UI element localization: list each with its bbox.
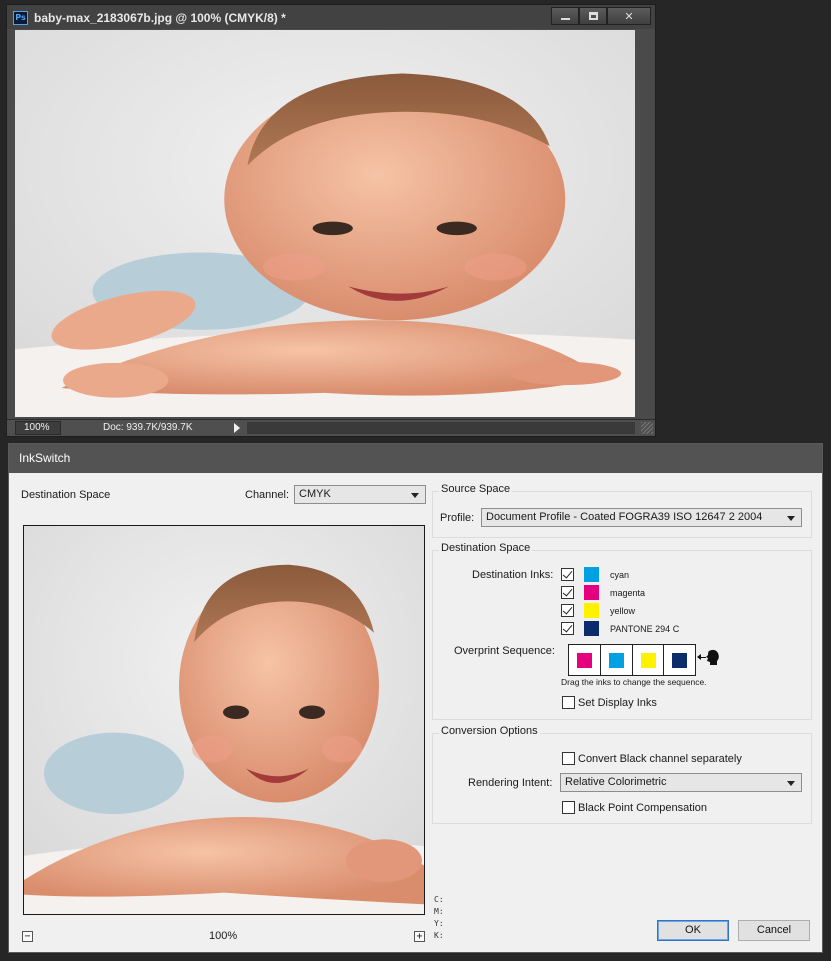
conversion-options-title: Conversion Options — [439, 725, 540, 737]
ink-swatch-cyan — [584, 567, 599, 582]
rendering-intent-value: Relative Colorimetric — [565, 776, 667, 788]
preview-baby-photo — [24, 526, 424, 914]
convert-black-label[interactable]: Convert Black channel separately — [578, 753, 742, 765]
profile-select[interactable]: Document Profile - Coated FOGRA39 ISO 12… — [481, 508, 802, 527]
sequence-slot[interactable] — [601, 645, 633, 675]
ink-checkbox-yellow[interactable] — [561, 604, 574, 617]
minimize-icon — [560, 18, 570, 20]
convert-black-checkbox[interactable] — [562, 752, 575, 765]
destination-inks-label: Destination Inks: — [472, 569, 554, 581]
minus-icon: − — [24, 931, 31, 942]
dialog-title: InkSwitch — [9, 444, 822, 473]
overprint-sequence[interactable] — [568, 644, 696, 676]
cmyk-readout: C: M: Y: K: — [434, 894, 444, 942]
document-status-bar: 100% Doc: 939.7K/939.7K — [7, 419, 655, 436]
preview-image[interactable] — [23, 525, 425, 915]
ink-checkbox-cyan[interactable] — [561, 568, 574, 581]
close-button[interactable]: ✕ — [607, 7, 651, 25]
zoom-field[interactable]: 100% — [15, 421, 61, 435]
ink-checkbox-magenta[interactable] — [561, 586, 574, 599]
inkswitch-dialog: InkSwitch Destination Space Channel: CMY… — [8, 443, 823, 953]
profile-value: Document Profile - Coated FOGRA39 ISO 12… — [486, 511, 763, 523]
plus-icon: + — [416, 931, 423, 942]
document-title-bar[interactable]: Ps baby-max_2183067b.jpg @ 100% (CMYK/8)… — [7, 5, 655, 29]
sequence-slot[interactable] — [569, 645, 601, 675]
preview-zoom-level: 100% — [209, 930, 238, 942]
set-display-inks-label[interactable]: Set Display Inks — [578, 697, 657, 709]
photoshop-app-icon: Ps — [13, 11, 28, 25]
chevron-down-icon — [411, 493, 419, 498]
sequence-slot[interactable] — [633, 645, 665, 675]
channel-select[interactable]: CMYK — [294, 485, 426, 504]
bpc-label[interactable]: Black Point Compensation — [578, 802, 707, 814]
rendering-intent-select[interactable]: Relative Colorimetric — [560, 773, 802, 792]
chevron-down-icon — [787, 516, 795, 521]
drag-hint: Drag the inks to change the sequence. — [561, 677, 707, 687]
sequence-swatch-magenta[interactable] — [577, 653, 592, 668]
chevron-down-icon — [787, 781, 795, 786]
ink-name-magenta: magenta — [610, 588, 646, 598]
ink-name-yellow: yellow — [610, 606, 636, 616]
profile-label: Profile: — [440, 512, 475, 524]
sequence-swatch-cyan[interactable] — [608, 653, 624, 668]
sequence-swatch-pantone[interactable] — [672, 653, 688, 668]
destination-space-title: Destination Space — [439, 542, 533, 554]
window-controls: ✕ — [551, 7, 651, 25]
document-canvas[interactable] — [15, 30, 635, 417]
maximize-button[interactable] — [579, 7, 607, 25]
set-display-inks-checkbox[interactable] — [562, 696, 575, 709]
resize-grip-icon[interactable] — [641, 422, 653, 434]
readout-y: Y: — [434, 919, 444, 928]
ink-swatch-pantone — [584, 621, 599, 636]
ink-name-cyan: cyan — [610, 570, 630, 580]
sequence-slot[interactable] — [664, 645, 695, 675]
doc-size-readout: Doc: 939.7K/939.7K — [103, 422, 193, 433]
bpc-checkbox[interactable] — [562, 801, 575, 814]
source-space-title: Source Space — [439, 483, 513, 495]
close-icon: ✕ — [624, 9, 634, 23]
readout-k: K: — [434, 931, 444, 940]
ink-name-pantone: PANTONE 294 C — [610, 624, 680, 634]
horizontal-scrollbar[interactable] — [247, 422, 635, 434]
ink-swatch-yellow — [584, 603, 599, 618]
cancel-button[interactable]: Cancel — [738, 920, 810, 941]
minimize-button[interactable] — [551, 7, 579, 25]
viewer-head-icon — [706, 649, 719, 665]
zoom-out-button[interactable]: − — [22, 931, 33, 942]
readout-m: M: — [434, 907, 444, 916]
maximize-icon — [588, 12, 598, 20]
document-title: baby-max_2183067b.jpg @ 100% (CMYK/8) * — [34, 11, 286, 25]
sequence-arrow-icon — [697, 654, 706, 660]
readout-c: C: — [434, 895, 444, 904]
destination-space-heading: Destination Space — [21, 489, 111, 501]
ink-swatch-magenta — [584, 585, 599, 600]
zoom-in-button[interactable]: + — [414, 931, 425, 942]
baby-photo — [15, 30, 635, 417]
channel-value: CMYK — [299, 488, 331, 500]
document-window: Ps baby-max_2183067b.jpg @ 100% (CMYK/8)… — [6, 4, 656, 437]
channel-label: Channel: — [245, 489, 290, 501]
overprint-sequence-label: Overprint Sequence: — [454, 645, 555, 657]
rendering-intent-label: Rendering Intent: — [468, 777, 553, 789]
ok-button[interactable]: OK — [657, 920, 729, 941]
ink-checkbox-pantone[interactable] — [561, 622, 574, 635]
sequence-swatch-yellow[interactable] — [640, 653, 656, 668]
status-menu-arrow-icon[interactable] — [234, 423, 240, 433]
